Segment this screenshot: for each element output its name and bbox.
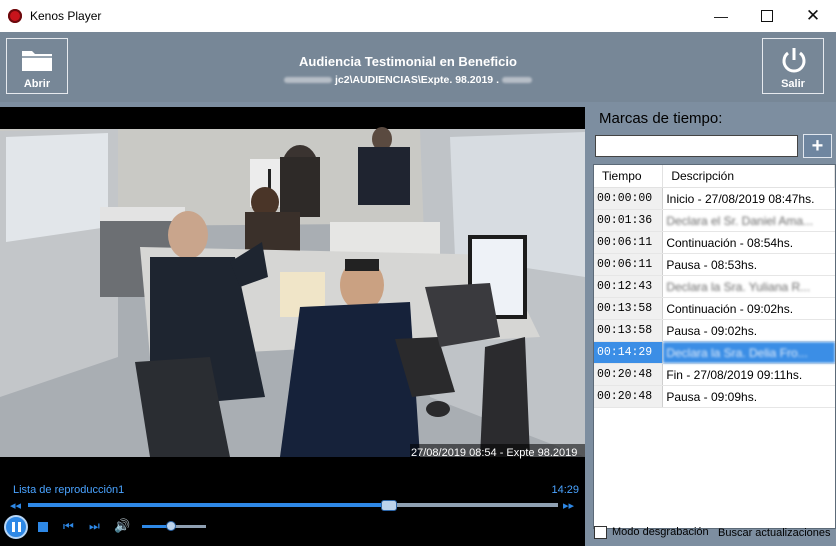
mark-time-cell[interactable]: 00:13:58	[594, 297, 664, 320]
minimize-button[interactable]: —	[698, 0, 744, 32]
table-row[interactable]: 00:13:58 Continuación - 09:02hs.	[594, 297, 835, 320]
mark-time-cell[interactable]: 00:13:58	[594, 319, 664, 342]
video-timestamp-overlay: 27/08/2019 08:54 - Expte 98.2019	[411, 447, 577, 459]
time-marks-panel: Marcas de tiempo: + Tiempo Descripción 0…	[585, 102, 836, 546]
mark-description-cell[interactable]: Inicio - 27/08/2019 08:47hs.	[662, 187, 835, 210]
volume-thumb[interactable]	[165, 521, 176, 531]
column-header-time[interactable]: Tiempo	[594, 165, 664, 188]
mark-description-cell[interactable]: Declara el Sr. Daniel Ama...	[662, 209, 835, 232]
open-label: Abrir	[23, 78, 51, 90]
mark-time-cell[interactable]: 00:12:43	[594, 275, 664, 298]
mark-description-cell[interactable]: Continuación - 09:02hs.	[662, 297, 835, 320]
header-bar: Abrir Audiencia Testimonial en Beneficio…	[0, 32, 836, 102]
add-mark-button[interactable]: +	[803, 134, 832, 158]
table-row[interactable]: 00:20:48 Pausa - 09:09hs.	[594, 385, 835, 408]
pause-icon	[12, 522, 15, 532]
mark-time-cell[interactable]: 00:06:11	[594, 253, 664, 276]
time-marks-heading: Marcas de tiempo:	[599, 110, 723, 127]
close-icon: ✕	[805, 6, 821, 25]
mark-time-cell[interactable]: 00:06:11	[594, 231, 664, 254]
playlist-label[interactable]: Lista de reproducción1	[13, 484, 124, 496]
redacted-text	[501, 77, 532, 84]
maximize-button[interactable]	[744, 0, 790, 32]
table-row[interactable]: 00:12:43 Declara la Sra. Yuliana R...	[594, 275, 835, 298]
mark-time-cell[interactable]: 00:14:29	[594, 341, 664, 364]
mark-description-cell[interactable]: Pausa - 08:53hs.	[662, 253, 835, 276]
app-icon	[8, 9, 22, 23]
mark-description-cell[interactable]: Declara la Sra. Delia Fro...	[662, 341, 835, 364]
recording-path: jc2\AUDIENCIAS\Expte. 98.2019 .	[210, 74, 606, 86]
close-button[interactable]: ✕	[790, 0, 836, 32]
mark-description-cell[interactable]: Declara la Sra. Yuliana R...	[662, 275, 835, 298]
mark-description-cell[interactable]: Pausa - 09:02hs.	[662, 319, 835, 342]
mark-description-cell[interactable]: Pausa - 09:09hs.	[662, 385, 835, 408]
mark-time-cell[interactable]: 00:01:36	[594, 209, 664, 232]
maximize-icon	[761, 10, 773, 22]
video-image: 27/08/2019 08:54 - Expte 98.2019	[0, 107, 585, 482]
window-title: Kenos Player	[30, 9, 102, 23]
recording-path-text: jc2\AUDIENCIAS\Expte. 98.2019 .	[335, 74, 499, 86]
exit-label: Salir	[781, 78, 805, 90]
volume-slider[interactable]	[142, 521, 206, 531]
check-updates-link[interactable]: Buscar actualizaciones	[718, 527, 831, 539]
pause-button[interactable]	[4, 515, 28, 539]
mark-time-cell[interactable]: 00:20:48	[594, 385, 664, 408]
video-frame[interactable]: 27/08/2019 08:54 - Expte 98.2019	[0, 107, 585, 482]
seek-forward-icon[interactable]: ▸▸	[563, 499, 574, 512]
player-controls: Lista de reproducción1 14:29 ◂◂ ▸▸ ⏮ ⏭ 🔊	[0, 482, 585, 546]
folder-icon	[22, 51, 52, 71]
table-row[interactable]: 00:01:36 Declara el Sr. Daniel Ama...	[594, 209, 835, 232]
exit-button[interactable]: Salir	[762, 38, 824, 94]
current-time: 14:29	[551, 484, 579, 496]
next-icon[interactable]: ⏭	[89, 519, 100, 534]
mark-description-cell[interactable]: Continuación - 08:54hs.	[662, 231, 835, 254]
seek-thumb[interactable]	[381, 500, 398, 511]
column-header-description[interactable]: Descripción	[662, 165, 835, 188]
transcription-mode-checkbox[interactable]	[594, 526, 607, 539]
mark-time-cell[interactable]: 00:00:00	[594, 187, 664, 210]
plus-icon: +	[811, 135, 824, 157]
table-row[interactable]: 00:20:48 Fin - 27/08/2019 09:11hs.	[594, 363, 835, 386]
table-row[interactable]: 00:06:11 Continuación - 08:54hs.	[594, 231, 835, 254]
table-row[interactable]: 00:00:00 Inicio - 27/08/2019 08:47hs.	[594, 187, 835, 210]
table-row[interactable]: 00:13:58 Pausa - 09:02hs.	[594, 319, 835, 342]
time-mark-input[interactable]	[595, 135, 798, 157]
table-row[interactable]: 00:06:11 Pausa - 08:53hs.	[594, 253, 835, 276]
seek-bar[interactable]	[28, 500, 558, 511]
volume-icon[interactable]: 🔊	[114, 518, 130, 534]
seek-back-icon[interactable]: ◂◂	[10, 499, 21, 512]
redacted-text	[284, 77, 333, 84]
open-button[interactable]: Abrir	[6, 38, 68, 94]
seek-progress	[28, 503, 389, 507]
transcription-mode-label: Modo desgrabación	[612, 526, 709, 538]
recording-title: Audiencia Testimonial en Beneficio	[299, 54, 517, 69]
previous-icon[interactable]: ⏮	[63, 519, 74, 534]
mark-description-cell[interactable]: Fin - 27/08/2019 09:11hs.	[662, 363, 835, 386]
mark-time-cell[interactable]: 00:20:48	[594, 363, 664, 386]
table-row[interactable]: 00:14:29 Declara la Sra. Delia Fro...	[594, 341, 835, 364]
stop-button[interactable]	[38, 522, 48, 532]
title-bar: Kenos Player — ✕	[0, 0, 836, 32]
minimize-icon: —	[714, 8, 728, 24]
time-marks-table: Tiempo Descripción 00:00:00 Inicio - 27/0…	[593, 164, 836, 529]
power-icon	[782, 48, 806, 73]
